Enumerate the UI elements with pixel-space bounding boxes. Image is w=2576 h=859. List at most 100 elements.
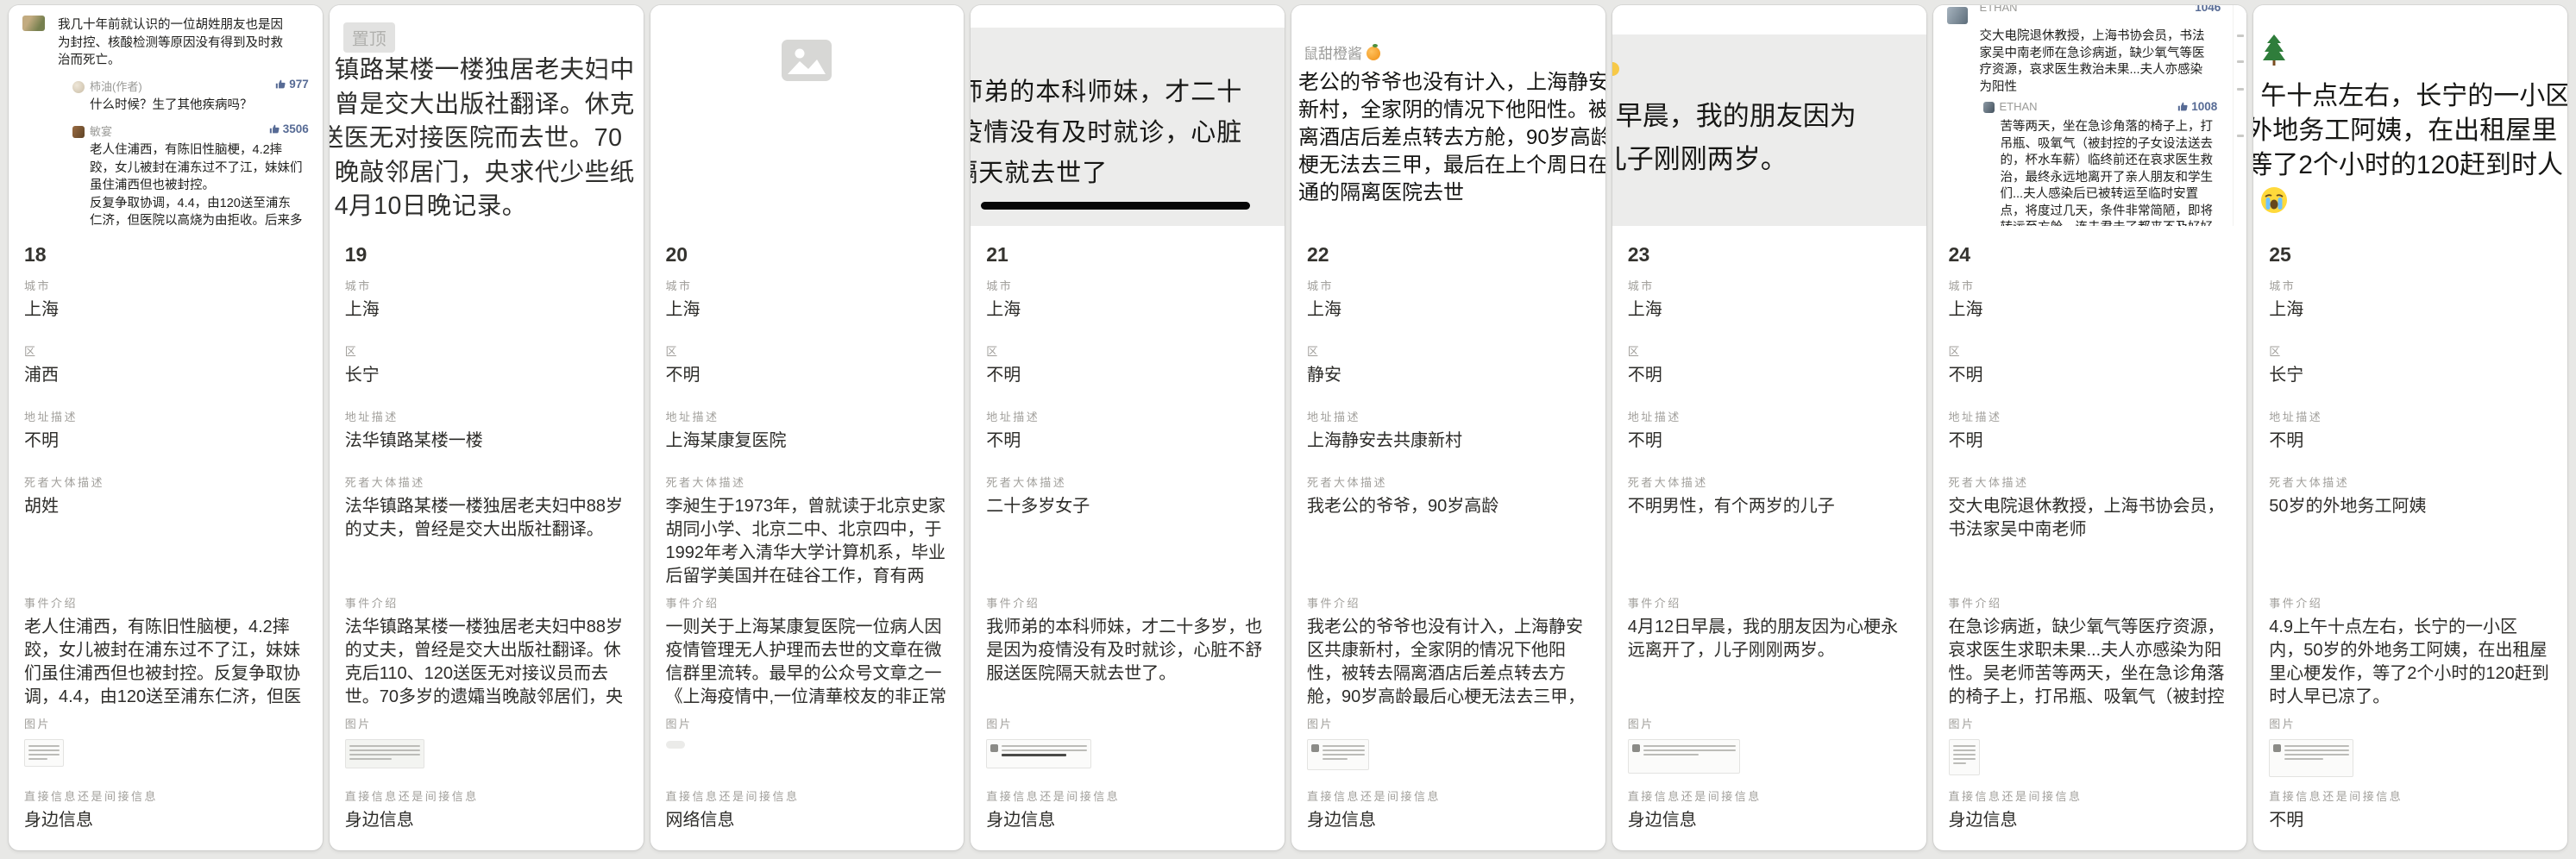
pine-tree-emoji-icon (2262, 34, 2286, 66)
property-city: 城市上海 (1307, 279, 1590, 344)
property-event: 事件介绍我师弟的本科师妹，才二十多岁，也是因为疫情没有及时就诊，心脏不舒服送医院… (986, 596, 1269, 717)
property-deceased: 死者大体描述胡姓 (24, 475, 307, 596)
property-deceased: 死者大体描述李昶生于1973年，曾就读于北京史家胡同小学、北京二中、北京四中，于… (666, 475, 949, 596)
property-city: 城市上海 (2269, 279, 2552, 344)
avatar (1983, 102, 1995, 113)
property-image: 图片 (24, 717, 307, 789)
cover-text: 日早晨，我的朋友因为 儿子刚刚两岁。 (1612, 95, 1857, 181)
card-properties: 18 城市上海 区浦西 地址描述不明 死者大体描述胡姓 事件介绍老人住浦西，有陈… (9, 226, 323, 850)
card-properties: 20 城市上海 区不明 地址描述上海某康复医院 死者大体描述李昶生于1973年，… (650, 226, 964, 850)
gallery-card-18[interactable]: 我几十年前就认识的一位胡姓朋友也是因 为封控、核酸检测等原因没有得到及时救 治而… (9, 5, 323, 850)
property-district: 区不明 (1949, 344, 2232, 410)
gallery-card-23[interactable]: 日早晨，我的朋友因为 儿子刚刚两岁。 23 城市上海 区不明 地址描述不明 死者… (1612, 5, 1926, 850)
property-image: 图片 (1307, 717, 1590, 789)
property-direct: 直接信息还是间接信息网络信息 (666, 789, 949, 850)
property-district: 区长宁 (345, 344, 628, 410)
property-image: 图片 (1628, 717, 1911, 789)
crying-emoji-icon (2260, 186, 2288, 214)
cover-text: 师弟的本科师妹，才二十 疫情没有及时就诊，心脏 隔天就去世了 (971, 72, 1242, 194)
gallery-card-22[interactable]: 鼠甜橙酱 老公的爷爷也没有计入，上海静安 新村，全家阴的情况下他阳性。被 离酒店… (1291, 5, 1605, 850)
property-district: 区不明 (1628, 344, 1911, 410)
card-title: 24 (1949, 243, 2232, 266)
property-deceased: 死者大体描述交大电院退休教授，上海书协会员，书法家吴中南老师 (1949, 475, 2232, 596)
attachment-thumbnail (345, 739, 424, 768)
gallery-card-21[interactable]: 师弟的本科师妹，才二十 疫情没有及时就诊，心脏 隔天就去世了 21 城市上海 区… (971, 5, 1285, 850)
property-image: 图片 (666, 717, 949, 789)
property-image: 图片 (1949, 717, 2232, 789)
attachment-thumbnail (666, 741, 685, 749)
avatar (1632, 744, 1640, 752)
property-city: 城市上海 (24, 279, 307, 344)
gallery-card-25[interactable]: 午十点左右，长宁的一小区 外地务工阿姨，在出租屋里 等了2个小时的120赶到时人… (2253, 5, 2567, 850)
property-address: 地址描述不明 (986, 410, 1269, 475)
property-direct: 直接信息还是间接信息身边信息 (24, 789, 307, 850)
property-direct: 直接信息还是间接信息身边信息 (1628, 789, 1911, 850)
card-cover-screenshot: 置顶 镇路某楼一楼独居老夫妇中 曾是交大出版社翻译。休克 送医无对接医院而去世。… (330, 5, 644, 226)
property-image: 图片 (986, 717, 1269, 789)
property-address: 地址描述不明 (24, 410, 307, 475)
thumb-up-icon (2177, 101, 2189, 112)
property-city: 城市上海 (986, 279, 1269, 344)
property-address: 地址描述不明 (2269, 410, 2552, 475)
property-event: 事件介绍我老公的爷爷也没有计入，上海静安区共康新村，全家阴的情况下他阳性，被转去… (1307, 596, 1590, 717)
adjacent-screenshot-sliver (2233, 5, 2246, 226)
pinned-badge: 置顶 (343, 22, 395, 53)
cover-text: 老公的爷爷也没有计入，上海静安 新村，全家阴的情况下他阳性。被 离酒店后差点转去… (1298, 69, 1605, 207)
like-count: 3506 (269, 122, 309, 135)
redaction-bar (981, 202, 1250, 210)
card-title: 18 (24, 243, 307, 266)
image-placeholder-icon (782, 40, 832, 81)
card-cover-screenshot: 师弟的本科师妹，才二十 疫情没有及时就诊，心脏 隔天就去世了 (971, 5, 1285, 226)
card-title: 21 (986, 243, 1269, 266)
property-direct: 直接信息还是间接信息不明 (2269, 789, 2552, 850)
card-title: 19 (345, 243, 628, 266)
property-city: 城市上海 (345, 279, 628, 344)
property-address: 地址描述上海某康复医院 (666, 410, 949, 475)
card-cover-screenshot: 我几十年前就认识的一位胡姓朋友也是因 为封控、核酸检测等原因没有得到及时救 治而… (9, 5, 323, 226)
property-address: 地址描述法华镇路某楼一楼 (345, 410, 628, 475)
property-district: 区不明 (986, 344, 1269, 410)
property-deceased: 死者大体描述法华镇路某楼一楼独居老夫妇中88岁的丈夫，曾经是交大出版社翻译。 (345, 475, 628, 596)
like-count: 1046 (2195, 5, 2221, 14)
card-cover-screenshot: ETHAN 1046 交大电院退休教授，上海书协会员，书法 家吴中南老师在急诊病… (1933, 5, 2247, 226)
reply-text: 老人住浦西，有陈旧性脑梗，4.2摔 跤，女儿被封在浦东过不了江，妹妹们 虽住浦西… (90, 141, 303, 226)
property-direct: 直接信息还是间接信息身边信息 (986, 789, 1269, 850)
card-cover-screenshot: 日早晨，我的朋友因为 儿子刚刚两岁。 (1612, 5, 1926, 226)
gallery-card-20[interactable]: 20 城市上海 区不明 地址描述上海某康复医院 死者大体描述李昶生于1973年，… (650, 5, 964, 850)
avatar (22, 16, 45, 31)
property-deceased: 死者大体描述二十多岁女子 (986, 475, 1269, 596)
comment-text: 交大电院退休教授，上海书协会员，书法 家吴中南老师在急诊病逝，缺少氧气等医 疗资… (1980, 28, 2205, 96)
gallery-card-19[interactable]: 置顶 镇路某楼一楼独居老夫妇中 曾是交大出版社翻译。休克 送医无对接医院而去世。… (330, 5, 644, 850)
property-event: 事件介绍法华镇路某楼一楼独居老夫妇中88岁的丈夫，曾经是交大出版社翻译。休克后1… (345, 596, 628, 717)
card-properties: 25 城市上海 区长宁 地址描述不明 死者大体描述50岁的外地务工阿姨 事件介绍… (2253, 226, 2567, 850)
attachment-thumbnail (1949, 739, 1980, 775)
card-properties: 19 城市上海 区长宁 地址描述法华镇路某楼一楼 死者大体描述法华镇路某楼一楼独… (330, 226, 644, 850)
property-district: 区静安 (1307, 344, 1590, 410)
property-direct: 直接信息还是间接信息身边信息 (345, 789, 628, 850)
emoji-icon (1612, 62, 1619, 76)
gallery-view: 我几十年前就认识的一位胡姓朋友也是因 为封控、核酸检测等原因没有得到及时救 治而… (0, 0, 2576, 856)
avatar (1311, 744, 1319, 752)
thumb-up-icon (275, 78, 286, 90)
property-direct: 直接信息还是间接信息身边信息 (1949, 789, 2232, 850)
orange-emoji-icon (1367, 47, 1380, 60)
property-city: 城市上海 (666, 279, 949, 344)
property-event: 事件介绍在急诊病逝，缺少氧气等医疗资源，哀求医生求职未果...夫人亦感染为阳性。… (1949, 596, 2232, 717)
avatar (990, 744, 998, 752)
property-city: 城市上海 (1628, 279, 1911, 344)
thumb-up-icon (269, 123, 280, 135)
avatar (1947, 7, 1968, 24)
attachment-thumbnail (2269, 739, 2353, 777)
post-author: 鼠甜橙酱 (1304, 41, 1380, 63)
reply-header: ETHAN 1008 (1983, 100, 2218, 116)
avatar (72, 81, 85, 93)
card-properties: 23 城市上海 区不明 地址描述不明 死者大体描述不明男性，有个两岁的儿子 事件… (1612, 226, 1926, 850)
card-title: 25 (2269, 243, 2552, 266)
attachment-thumbnail (1628, 739, 1740, 774)
gallery-card-24[interactable]: ETHAN 1046 交大电院退休教授，上海书协会员，书法 家吴中南老师在急诊病… (1933, 5, 2247, 850)
reply-header: 敏宴 3506 (72, 122, 309, 138)
property-deceased: 死者大体描述我老公的爷爷，90岁高龄 (1307, 475, 1590, 596)
like-count: 977 (275, 78, 309, 91)
cover-text: 镇路某楼一楼独居老夫妇中 曾是交大出版社翻译。休克 送医无对接医院而去世。70 … (335, 53, 635, 224)
property-event: 事件介绍4月12日早晨，我的朋友因为心梗永远离开了，儿子刚刚两岁。 (1628, 596, 1911, 717)
